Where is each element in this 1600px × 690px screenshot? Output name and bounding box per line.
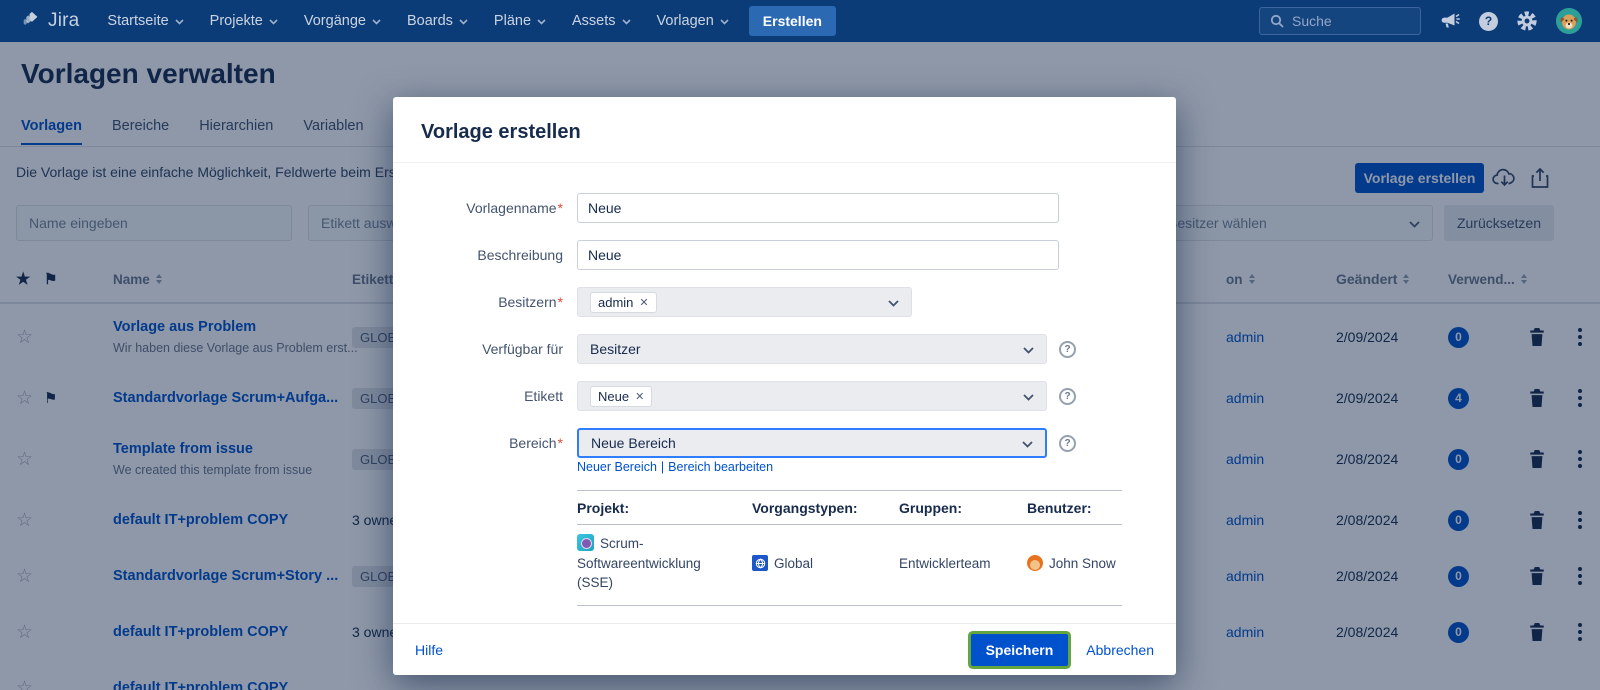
description-label: Beschreibung <box>421 247 563 263</box>
chevron-down-icon <box>537 13 546 29</box>
cancel-link[interactable]: Abbrechen <box>1086 642 1154 658</box>
user-avatar-icon <box>1027 555 1043 571</box>
modal-body: Vorlagenname* Beschreibung Besitzern* ad… <box>393 163 1176 606</box>
available-for-label: Verfügbar für <box>421 341 563 357</box>
chevron-down-icon <box>1023 341 1034 357</box>
settings-gear-icon[interactable] <box>1516 10 1538 32</box>
chevron-down-icon <box>888 294 899 310</box>
nav-item-vorg-nge[interactable]: Vorgänge <box>294 7 391 35</box>
announcements-megaphone-icon[interactable] <box>1439 11 1461 31</box>
scope-select[interactable]: Neue Bereich <box>577 428 1047 458</box>
search-icon <box>1270 14 1284 28</box>
search-box[interactable] <box>1259 7 1421 35</box>
help-link[interactable]: Hilfe <box>415 642 443 658</box>
modal-title: Vorlage erstellen <box>421 121 581 143</box>
jira-brand[interactable]: Jira <box>0 10 97 32</box>
chevron-down-icon <box>1023 388 1034 404</box>
chevron-down-icon <box>1022 435 1033 451</box>
available-for-help-icon[interactable]: ? <box>1059 341 1076 358</box>
chevron-down-icon <box>459 13 468 29</box>
nav-item-vorlagen[interactable]: Vorlagen <box>647 7 739 35</box>
nav-item-projekte[interactable]: Projekte <box>200 7 288 35</box>
owners-select[interactable]: admin✕ <box>577 287 912 317</box>
label-chip: Neue✕ <box>590 386 652 407</box>
edit-scope-link[interactable]: Bereich bearbeiten <box>668 460 773 474</box>
nav-item-boards[interactable]: Boards <box>397 7 478 35</box>
remove-owner-icon[interactable]: ✕ <box>639 296 648 309</box>
preview-users-cell: John Snow <box>1027 555 1122 571</box>
available-for-select[interactable]: Besitzer <box>577 334 1047 364</box>
preview-issuetypes-cell: Global <box>752 555 899 571</box>
chevron-down-icon <box>269 13 278 29</box>
label-help-icon[interactable]: ? <box>1059 388 1076 405</box>
preview-project-header: Projekt: <box>577 500 752 516</box>
nav-item-startseite[interactable]: Startseite <box>97 7 193 35</box>
chevron-down-icon <box>175 13 184 29</box>
save-button[interactable]: Speichern <box>971 634 1069 666</box>
brand-label: Jira <box>48 10 79 32</box>
owners-label: Besitzern* <box>421 294 563 310</box>
chevron-down-icon <box>720 13 729 29</box>
scope-preview-table: Projekt: Vorgangstypen: Gruppen: Benutze… <box>577 490 1122 606</box>
help-icon[interactable]: ? <box>1479 12 1498 31</box>
create-template-modal: Vorlage erstellen Vorlagenname* Beschrei… <box>393 97 1176 675</box>
nav-item-assets[interactable]: Assets <box>562 7 641 35</box>
modal-header: Vorlage erstellen <box>393 97 1176 163</box>
description-input[interactable] <box>577 240 1059 270</box>
project-avatar-icon <box>577 534 594 551</box>
preview-groups-cell: Entwicklerteam <box>899 556 1027 571</box>
preview-users-header: Benutzer: <box>1027 500 1122 516</box>
chevron-down-icon <box>372 13 381 29</box>
owner-chip: admin✕ <box>590 292 657 313</box>
remove-label-icon[interactable]: ✕ <box>635 390 644 403</box>
template-name-label: Vorlagenname* <box>421 200 563 216</box>
user-avatar[interactable] <box>1556 8 1582 34</box>
preview-groups-header: Gruppen: <box>899 500 1027 516</box>
top-navbar: Jira StartseiteProjekteVorgängeBoardsPlä… <box>0 0 1600 42</box>
jira-logo-icon <box>20 10 42 32</box>
chevron-down-icon <box>622 13 631 29</box>
scope-help-icon[interactable]: ? <box>1059 435 1076 452</box>
label-select[interactable]: Neue✕ <box>577 381 1047 411</box>
global-scope-icon <box>752 555 768 571</box>
preview-issuetypes-header: Vorgangstypen: <box>752 500 899 516</box>
scope-label: Bereich* <box>421 435 563 451</box>
scope-links: Neuer Bereich|Bereich bearbeiten <box>577 460 1148 474</box>
nav-menu: StartseiteProjekteVorgängeBoardsPläneAss… <box>97 7 738 35</box>
label-field-label: Etikett <box>421 388 563 404</box>
preview-project-cell: Scrum-Softwareentwicklung (SSE) <box>577 534 752 593</box>
template-name-input[interactable] <box>577 193 1059 223</box>
create-button[interactable]: Erstellen <box>749 6 836 36</box>
modal-footer: Hilfe Speichern Abbrechen <box>393 623 1176 675</box>
new-scope-link[interactable]: Neuer Bereich <box>577 460 657 474</box>
search-input[interactable] <box>1292 13 1402 29</box>
nav-item-pl-ne[interactable]: Pläne <box>484 7 556 35</box>
